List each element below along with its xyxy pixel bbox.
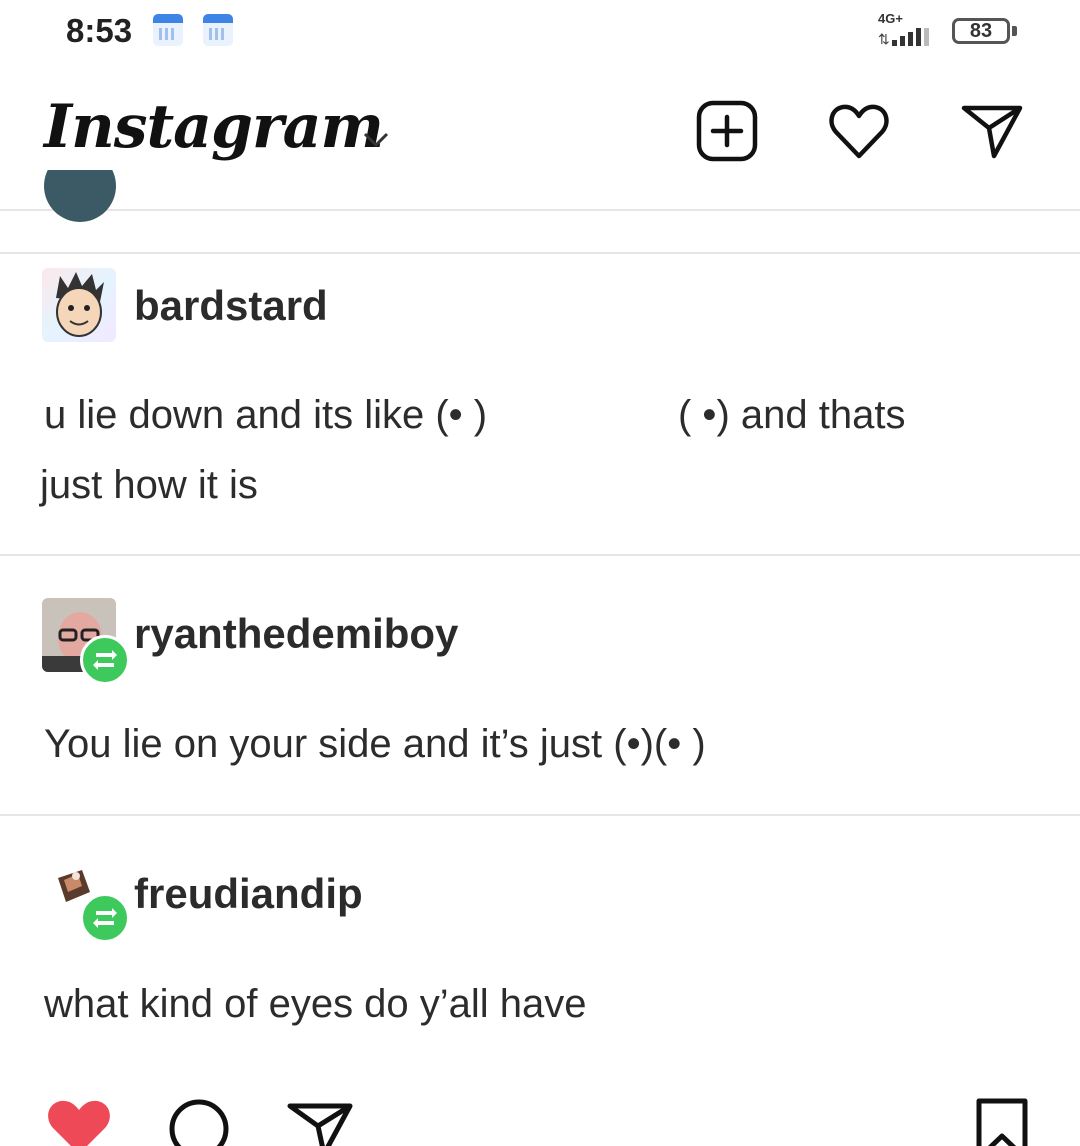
direct-message-icon[interactable] bbox=[958, 98, 1024, 164]
reblog-badge bbox=[80, 635, 130, 685]
reblog-icon bbox=[93, 908, 117, 928]
post-text: You lie on your side and it’s just (•)(•… bbox=[44, 722, 706, 766]
instagram-logo[interactable]: Instagram bbox=[44, 92, 384, 162]
post-text: u lie down and its like (• ) bbox=[44, 393, 488, 437]
share-icon[interactable] bbox=[286, 1096, 354, 1146]
calendar-notification-icon bbox=[203, 14, 233, 46]
battery-tip bbox=[1012, 26, 1017, 36]
network-type-label: 4G+ bbox=[878, 11, 903, 26]
post-text: just how it is bbox=[40, 463, 258, 507]
signal-strength-icon: ⇅ bbox=[878, 28, 929, 47]
post-divider bbox=[0, 814, 1080, 816]
header-divider bbox=[0, 209, 1080, 211]
like-heart-icon[interactable] bbox=[44, 1096, 114, 1146]
status-time: 8:53 bbox=[66, 12, 133, 49]
post-text: what kind of eyes do y’all have bbox=[44, 982, 587, 1026]
reblog-badge bbox=[80, 893, 130, 943]
save-bookmark-icon[interactable] bbox=[974, 1096, 1030, 1146]
post-username[interactable]: bardstard bbox=[134, 282, 328, 330]
svg-text:⇅: ⇅ bbox=[878, 31, 890, 47]
avatar[interactable] bbox=[42, 268, 116, 342]
chevron-down-icon[interactable] bbox=[362, 130, 390, 150]
battery-indicator: 83 bbox=[952, 18, 1010, 44]
post-text: ( •) and thats bbox=[678, 393, 906, 437]
post-username[interactable]: freudiandip bbox=[134, 870, 363, 918]
previous-post-avatar bbox=[44, 170, 116, 222]
post-divider bbox=[0, 252, 1080, 254]
calendar-notification-icon bbox=[153, 14, 183, 46]
reblog-icon bbox=[93, 650, 117, 670]
post-divider bbox=[0, 554, 1080, 556]
post-username[interactable]: ryanthedemiboy bbox=[134, 610, 458, 658]
comment-icon[interactable] bbox=[166, 1096, 232, 1146]
activity-heart-icon[interactable] bbox=[826, 98, 892, 164]
create-post-button[interactable] bbox=[694, 98, 760, 164]
